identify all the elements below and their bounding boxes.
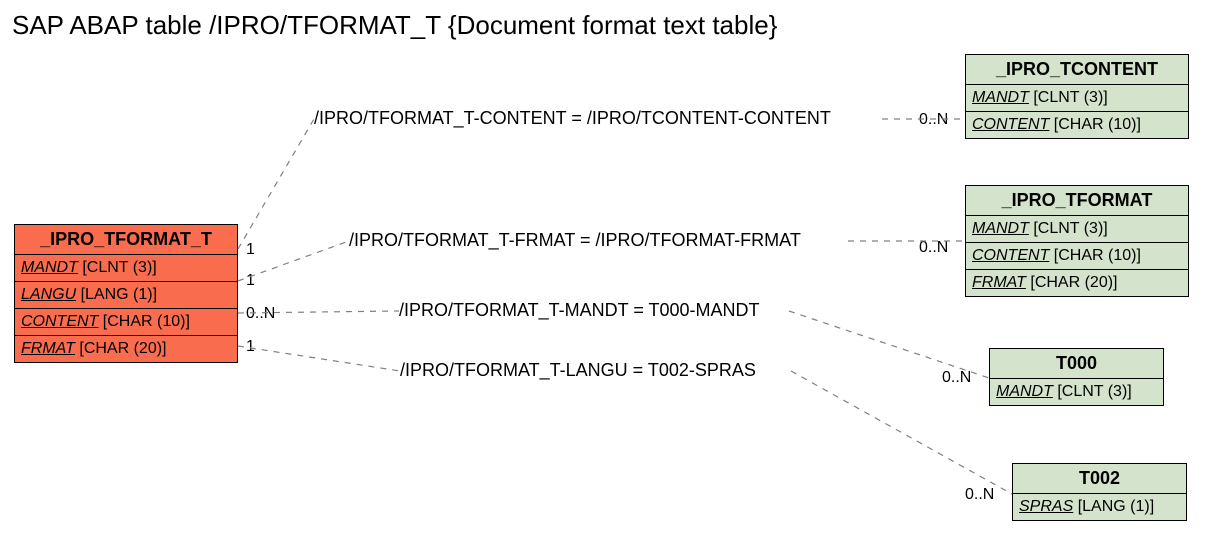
entity-head: T000	[990, 349, 1163, 379]
entity-target-0: _IPRO_TCONTENT MANDT [CLNT (3)] CONTENT …	[965, 54, 1189, 139]
src-card-1: 1	[246, 272, 255, 290]
field-row: MANDT [CLNT (3)]	[990, 379, 1163, 405]
field-row: MANDT [CLNT (3)]	[966, 85, 1188, 112]
field-row: CONTENT [CHAR (10)]	[15, 309, 237, 336]
entity-head: _IPRO_TFORMAT	[966, 186, 1188, 216]
src-card-0: 1	[246, 241, 255, 259]
entity-target-1: _IPRO_TFORMAT MANDT [CLNT (3)] CONTENT […	[965, 185, 1189, 297]
relation-label-1: /IPRO/TFORMAT_T-FRMAT = /IPRO/TFORMAT-FR…	[349, 230, 801, 251]
entity-target-2: T000 MANDT [CLNT (3)]	[989, 348, 1164, 406]
field-row: MANDT [CLNT (3)]	[15, 255, 237, 282]
entity-head: T002	[1013, 464, 1186, 494]
tgt-card-2: 0..N	[942, 369, 971, 387]
entity-target-3: T002 SPRAS [LANG (1)]	[1012, 463, 1187, 521]
field-row: LANGU [LANG (1)]	[15, 282, 237, 309]
field-row: CONTENT [CHAR (10)]	[966, 112, 1188, 138]
tgt-card-1: 0..N	[919, 239, 948, 257]
field-row: CONTENT [CHAR (10)]	[966, 243, 1188, 270]
relation-label-0: /IPRO/TFORMAT_T-CONTENT = /IPRO/TCONTENT…	[314, 108, 831, 129]
tgt-card-0: 0..N	[919, 111, 948, 129]
field-row: FRMAT [CHAR (20)]	[15, 336, 237, 362]
field-row: MANDT [CLNT (3)]	[966, 216, 1188, 243]
src-card-3: 1	[246, 338, 255, 356]
relation-label-2: /IPRO/TFORMAT_T-MANDT = T000-MANDT	[399, 300, 760, 321]
field-row: SPRAS [LANG (1)]	[1013, 494, 1186, 520]
relation-label-3: /IPRO/TFORMAT_T-LANGU = T002-SPRAS	[400, 360, 756, 381]
entity-source: _IPRO_TFORMAT_T MANDT [CLNT (3)] LANGU […	[14, 224, 238, 363]
page-title: SAP ABAP table /IPRO/TFORMAT_T {Document…	[12, 10, 777, 41]
entity-source-head: _IPRO_TFORMAT_T	[15, 225, 237, 255]
src-card-2: 0..N	[246, 305, 275, 323]
field-row: FRMAT [CHAR (20)]	[966, 270, 1188, 296]
entity-head: _IPRO_TCONTENT	[966, 55, 1188, 85]
tgt-card-3: 0..N	[965, 486, 994, 504]
